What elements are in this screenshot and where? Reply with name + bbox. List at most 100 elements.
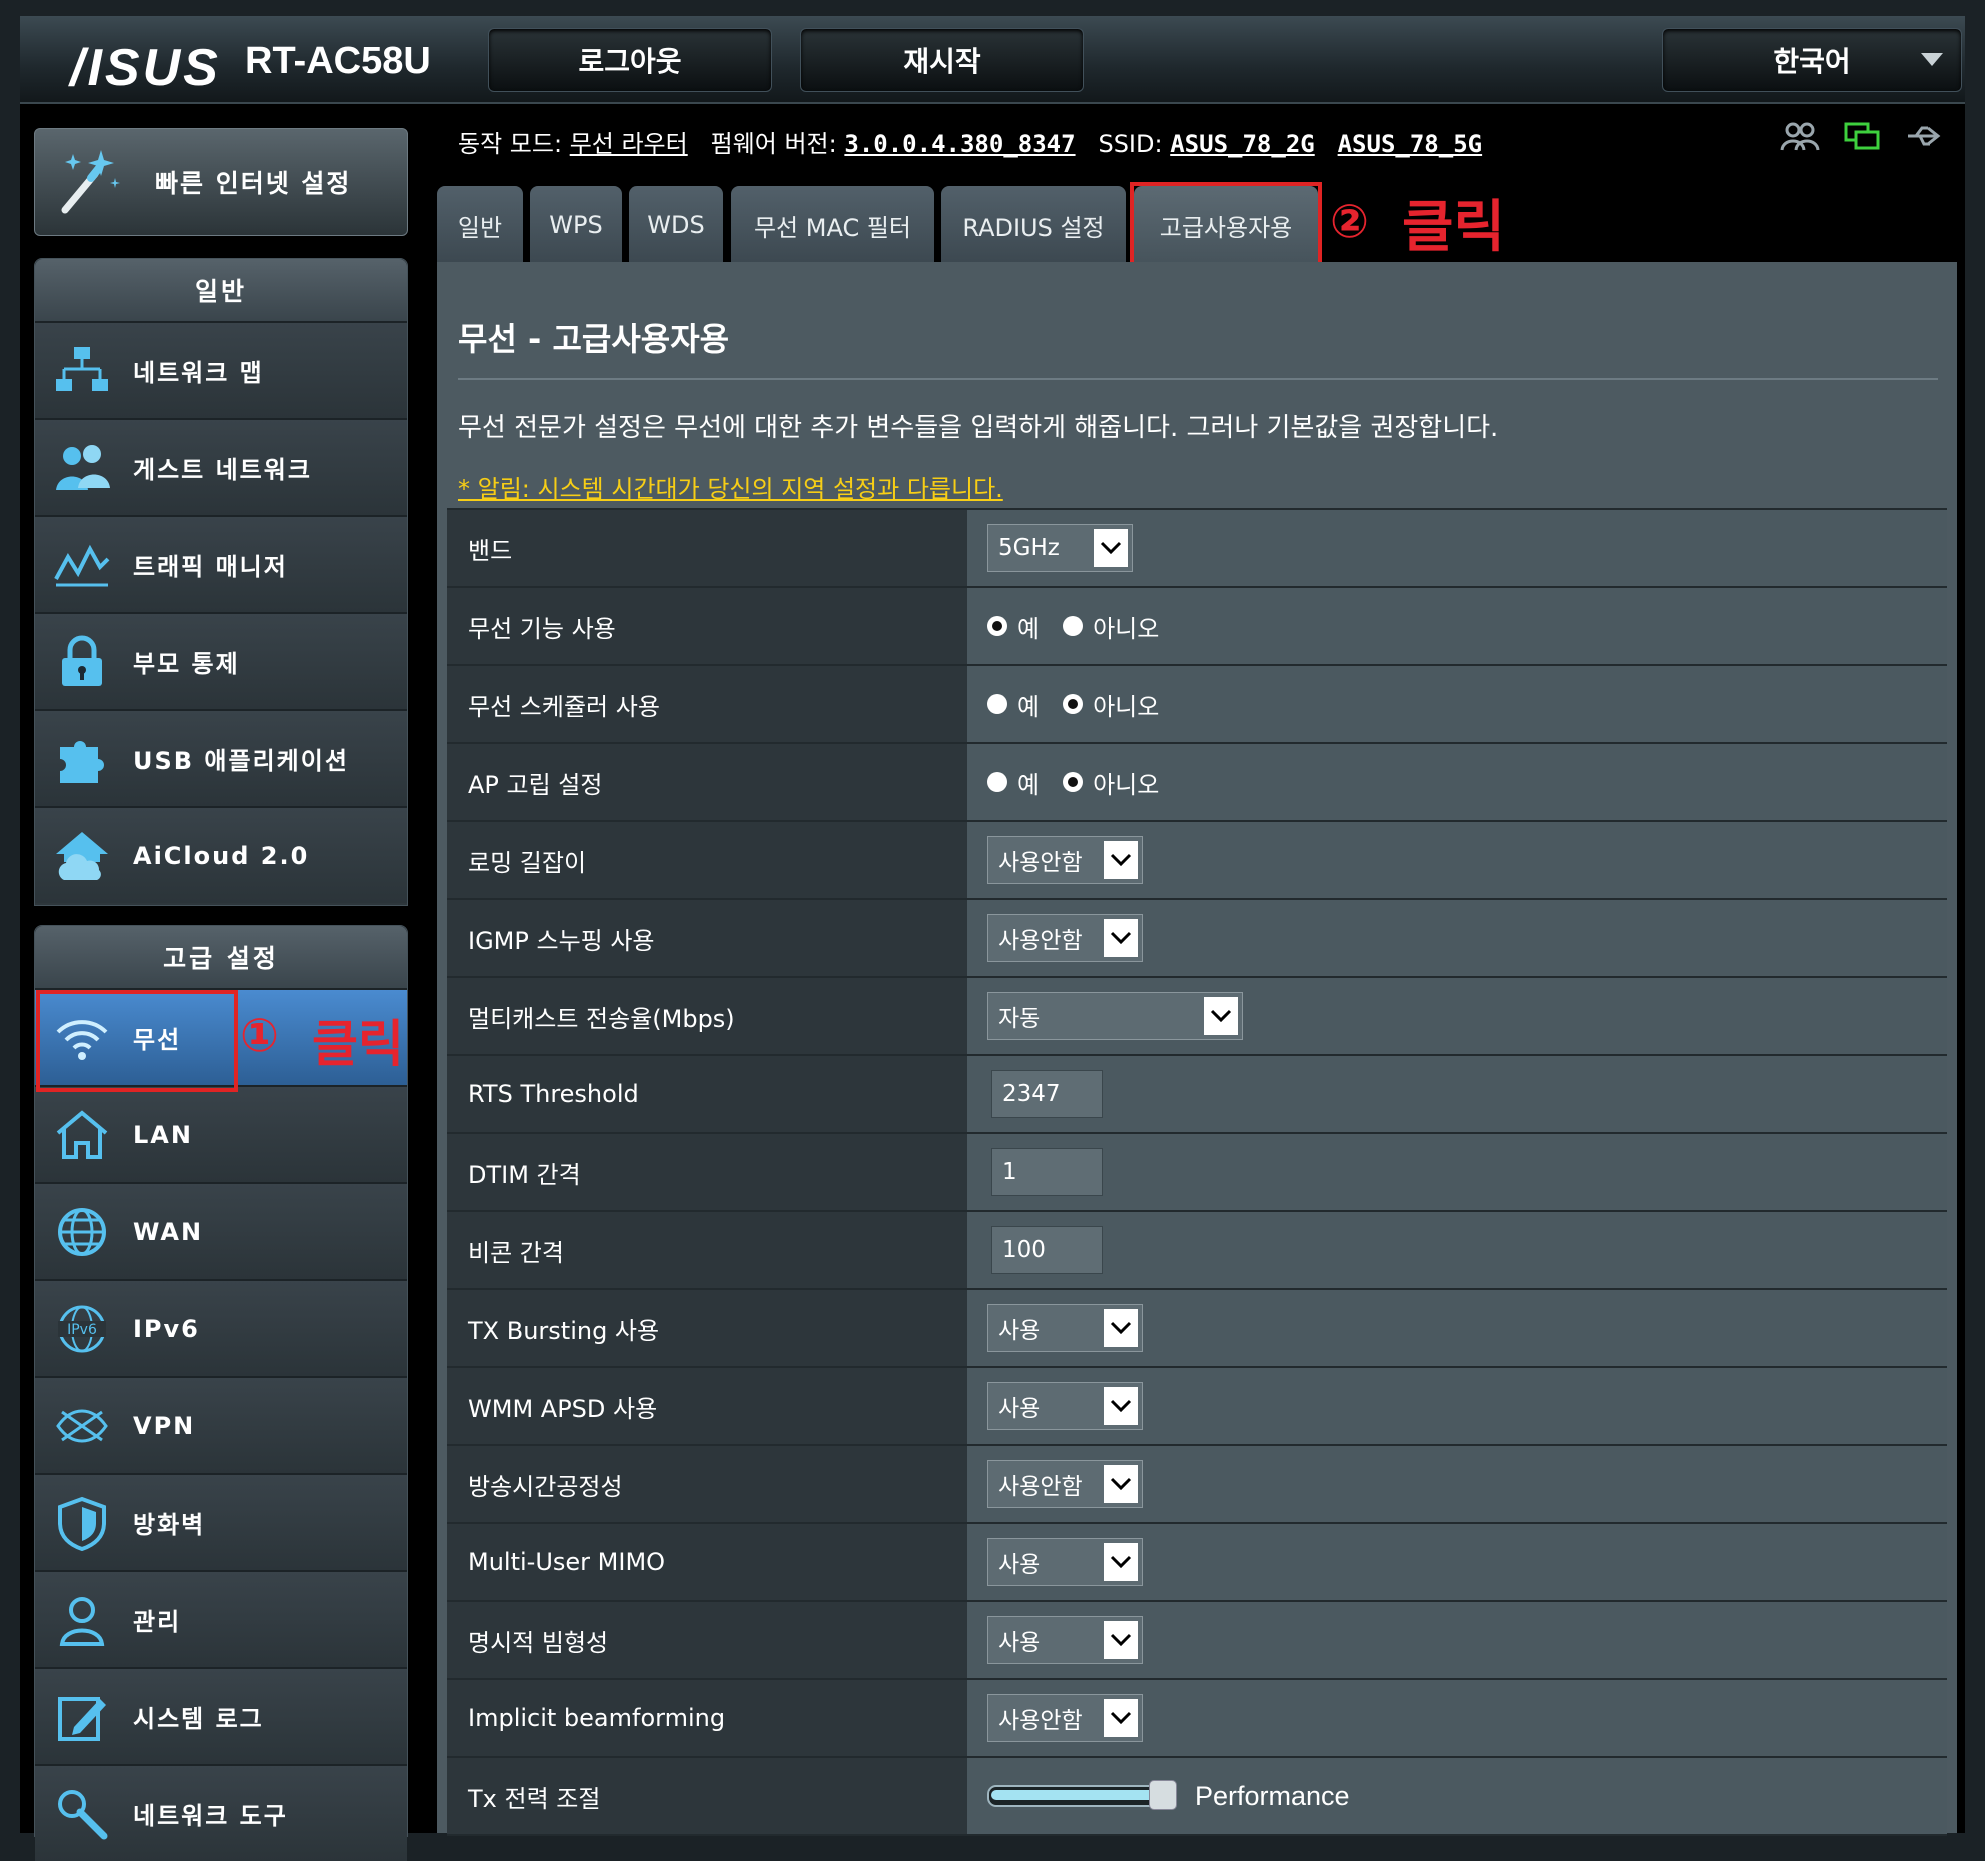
dtim-interval-input[interactable]: 1 — [991, 1148, 1103, 1196]
tab-general[interactable]: 일반 — [437, 186, 523, 264]
ipv6-icon: IPv6 — [58, 1305, 106, 1352]
sidebar-item-lan[interactable]: LAN — [35, 1085, 407, 1182]
select-value: 사용 — [998, 1396, 1041, 1422]
status-bar: 동작 모드: 무선 라우터 펌웨어 버전: 3.0.0.4.380_8347 S… — [458, 124, 1482, 159]
igmp-snooping-select[interactable]: 사용안함 — [987, 914, 1143, 962]
table-row: RTS Threshold 2347 — [447, 1056, 1947, 1134]
operation-mode-link[interactable]: 무선 라우터 — [570, 130, 688, 158]
sidebar-item-parental-control[interactable]: 부모 통제 — [35, 612, 407, 709]
select-value: 사용 — [998, 1318, 1041, 1344]
mu-mimo-select[interactable]: 사용 — [987, 1538, 1143, 1586]
sidebar-item-administration[interactable]: 관리 — [35, 1570, 407, 1667]
guest-network-icon — [56, 444, 110, 490]
select-value: 사용 — [998, 1630, 1041, 1656]
annotation-step2-number: ② — [1330, 194, 1369, 248]
table-row: 방송시간공정성 사용안함 — [447, 1446, 1947, 1524]
asus-logo[interactable]: /ISUS — [70, 38, 221, 98]
ssid-2g-link[interactable]: ASUS_78_2G — [1170, 130, 1315, 158]
radio-enable-yes[interactable]: 예 — [987, 609, 1039, 644]
table-row: IGMP 스누핑 사용 사용안함 — [447, 900, 1947, 978]
clients-icon[interactable] — [1780, 120, 1820, 152]
sidebar-item-label: USB 애플리케이션 — [133, 747, 349, 775]
radio-scheduler-no[interactable]: 아니오 — [1063, 687, 1159, 722]
table-row: 로밍 길잡이 사용안함 — [447, 822, 1947, 900]
band-select[interactable]: 5GHz — [987, 524, 1133, 572]
firmware-version-link[interactable]: 3.0.0.4.380_8347 — [844, 130, 1075, 158]
sidebar-item-system-log[interactable]: 시스템 로그 — [35, 1667, 407, 1764]
sidebar-item-label: VPN — [133, 1411, 196, 1440]
quick-setup-label: 빠른 인터넷 설정 — [155, 169, 352, 198]
logout-button[interactable]: 로그아웃 — [488, 28, 772, 92]
field-label: Tx 전력 조절 — [447, 1758, 967, 1834]
table-row: Implicit beamforming 사용안함 — [447, 1680, 1947, 1758]
table-row: TX Bursting 사용 사용 — [447, 1290, 1947, 1368]
field-label: AP 고립 설정 — [447, 744, 967, 820]
sidebar-item-label: 트래픽 매니저 — [133, 553, 288, 581]
beacon-interval-input[interactable]: 100 — [991, 1226, 1103, 1274]
quick-internet-setup-button[interactable]: 빠른 인터넷 설정 — [34, 128, 408, 236]
advanced-menu-title: 고급 설정 — [35, 926, 407, 988]
select-value: 사용안함 — [998, 850, 1083, 876]
sidebar-item-label: 네트워크 맵 — [133, 359, 264, 387]
sidebar-item-firewall[interactable]: 방화벽 — [35, 1473, 407, 1570]
tab-wps[interactable]: WPS — [530, 186, 622, 264]
wmm-apsd-select[interactable]: 사용 — [987, 1382, 1143, 1430]
radio-label: 예 — [1017, 692, 1040, 721]
implicit-beamforming-select[interactable]: 사용안함 — [987, 1694, 1143, 1742]
operation-mode-label: 동작 모드: — [458, 130, 563, 158]
dropdown-arrow-icon — [1921, 53, 1943, 66]
sidebar-item-traffic-manager[interactable]: 트래픽 매니저 — [35, 515, 407, 612]
slider-fill — [991, 1790, 1159, 1800]
tx-bursting-select[interactable]: 사용 — [987, 1304, 1143, 1352]
sidebar-item-guest-network[interactable]: 게스트 네트워크 — [35, 418, 407, 515]
sidebar-item-wan[interactable]: WAN — [35, 1182, 407, 1279]
ssid-5g-link[interactable]: ASUS_78_5G — [1338, 130, 1483, 158]
annotation-step2-text: 클릭 — [1402, 195, 1506, 260]
roaming-assistant-select[interactable]: 사용안함 — [987, 836, 1143, 884]
sidebar-item-label: 관리 — [133, 1608, 182, 1636]
tools-icon — [58, 1789, 108, 1839]
field-label: 명시적 빔형성 — [447, 1602, 967, 1678]
language-select[interactable]: 한국어 — [1662, 28, 1962, 92]
radio-label: 예 — [1017, 614, 1040, 643]
sidebar-item-label: 네트워크 도구 — [133, 1802, 288, 1830]
sidebar-item-usb-application[interactable]: USB 애플리케이션 — [35, 709, 407, 806]
user-icon — [59, 1596, 105, 1646]
radio-ap-isolated-yes[interactable]: 예 — [987, 765, 1039, 800]
tx-power-slider[interactable] — [987, 1780, 1177, 1810]
tab-mac-filter[interactable]: 무선 MAC 필터 — [731, 186, 934, 264]
slider-handle[interactable] — [1149, 1780, 1177, 1810]
internet-status-icon[interactable] — [1842, 120, 1882, 152]
radio-ap-isolated-no[interactable]: 아니오 — [1063, 765, 1159, 800]
field-label: 무선 기능 사용 — [447, 588, 967, 664]
radio-enable-no[interactable]: 아니오 — [1063, 609, 1159, 644]
tab-wds[interactable]: WDS — [629, 186, 723, 264]
tx-power-value: Performance — [1195, 1780, 1350, 1811]
sidebar-item-network-map[interactable]: 네트워크 맵 — [35, 321, 407, 418]
radio-scheduler-yes[interactable]: 예 — [987, 687, 1039, 722]
annotation-step1-text: 클릭 — [312, 1015, 404, 1073]
sidebar-item-label: LAN — [133, 1120, 193, 1149]
sidebar-item-ipv6[interactable]: IPv6 IPv6 — [35, 1279, 407, 1376]
reboot-button[interactable]: 재시작 — [800, 28, 1084, 92]
sidebar-item-aicloud[interactable]: AiCloud 2.0 — [35, 806, 407, 903]
explicit-beamforming-select[interactable]: 사용 — [987, 1616, 1143, 1664]
sidebar-item-network-tools[interactable]: 네트워크 도구 — [35, 1764, 407, 1861]
traffic-manager-icon — [54, 544, 110, 586]
radio-label: 아니오 — [1093, 614, 1160, 643]
usb-icon[interactable] — [1904, 120, 1944, 152]
magic-wand-icon — [61, 150, 120, 214]
rts-threshold-input[interactable]: 2347 — [991, 1070, 1103, 1118]
multicast-rate-select[interactable]: 자동 — [987, 992, 1243, 1040]
table-row: 무선 기능 사용 예 아니오 — [447, 588, 1947, 666]
timezone-notice-link[interactable]: * 알림: 시스템 시간대가 당신의 지역 설정과 다릅니다. — [458, 469, 1003, 504]
sidebar-item-vpn[interactable]: VPN — [35, 1376, 407, 1473]
tab-radius[interactable]: RADIUS 설정 — [941, 186, 1126, 264]
table-row: Tx 전력 조절 Performance — [447, 1758, 1947, 1836]
airtime-fairness-select[interactable]: 사용안함 — [987, 1460, 1143, 1508]
status-icons — [1780, 120, 1944, 152]
table-row: 밴드 5GHz — [447, 510, 1947, 588]
chevron-down-icon — [1104, 1699, 1138, 1737]
field-label: DTIM 간격 — [447, 1134, 967, 1210]
chevron-down-icon — [1104, 1621, 1138, 1659]
